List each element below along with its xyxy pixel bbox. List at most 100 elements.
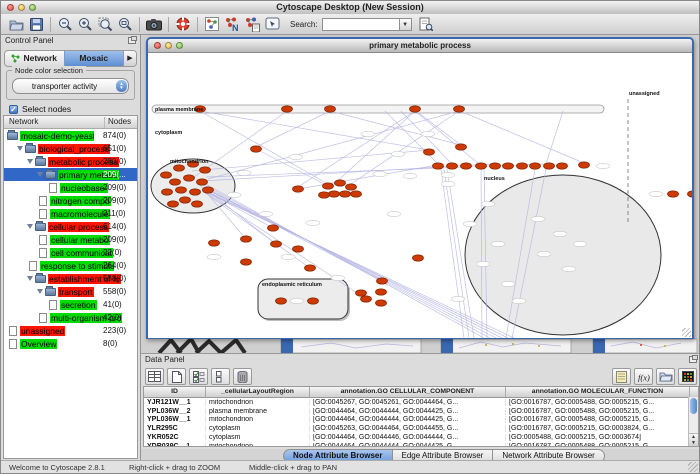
network-edge[interactable] — [210, 191, 382, 281]
view-zoom-button[interactable] — [176, 42, 183, 49]
zoom-out-icon[interactable] — [55, 15, 75, 33]
network-tree-row[interactable]: cell communicat22(0) — [4, 246, 137, 259]
expander-icon[interactable] — [27, 159, 33, 164]
table-row[interactable]: YPL036W__2plasma membrane[GO:0044464, GO… — [144, 407, 698, 416]
label-icon[interactable] — [612, 368, 631, 385]
network-node[interactable] — [454, 106, 465, 112]
table-row[interactable]: YLR295Ccytoplasm[GO:0045263, GO:0044464,… — [144, 424, 698, 433]
network-node[interactable] — [176, 187, 187, 193]
network-node[interactable] — [251, 146, 262, 152]
tree-column-network[interactable]: Network — [9, 117, 38, 126]
network-node[interactable] — [241, 259, 252, 265]
network-node[interactable] — [410, 106, 421, 112]
table-row[interactable]: YKR052Ccytoplasm[GO:0044464, GO:0044446,… — [144, 433, 698, 442]
network-node[interactable] — [461, 163, 472, 169]
table-column-header[interactable]: annotation.GO CELLULAR_COMPONENT — [310, 387, 506, 397]
tree-column-nodes[interactable]: Nodes — [104, 117, 131, 128]
view-close-button[interactable] — [154, 42, 161, 49]
formula-icon[interactable]: f(x) — [634, 368, 653, 385]
network-node[interactable] — [168, 201, 179, 207]
table-row[interactable]: YDR039C__1mitochondrion[GO:0044464, GO:0… — [144, 442, 698, 447]
zoom-fit-icon[interactable] — [115, 15, 135, 33]
network-tree-row[interactable]: cellular metabo209(0) — [4, 233, 137, 246]
network-node[interactable] — [293, 246, 304, 252]
network-node[interactable] — [241, 236, 252, 242]
network-node[interactable] — [447, 163, 458, 169]
network-edge[interactable] — [481, 169, 482, 338]
unselect-attributes-icon[interactable] — [211, 368, 230, 385]
network-node[interactable] — [490, 163, 501, 169]
help-ring-icon[interactable] — [173, 15, 193, 33]
network-node[interactable] — [413, 255, 424, 261]
network-node[interactable] — [340, 191, 351, 197]
network-node[interactable] — [668, 191, 679, 197]
table-column-header[interactable]: _cellularLayoutRegion — [206, 387, 310, 397]
resize-grip-icon[interactable] — [682, 328, 691, 337]
search-input[interactable] — [322, 18, 400, 31]
tab-overflow-button[interactable]: ▶ — [123, 51, 136, 66]
float-panel-icon[interactable] — [128, 37, 136, 44]
save-icon[interactable] — [26, 15, 46, 33]
network-node[interactable] — [530, 163, 541, 169]
network-tree-row[interactable]: nitrogen compo209(0) — [4, 194, 137, 207]
new-attribute-icon[interactable] — [167, 368, 186, 385]
minimize-button[interactable] — [18, 4, 25, 11]
snapshot-icon[interactable] — [144, 15, 164, 33]
network-node[interactable] — [424, 149, 435, 155]
delete-attribute-icon[interactable] — [233, 368, 252, 385]
window-titlebar[interactable]: Cytoscape Desktop (New Session) — [1, 1, 699, 15]
annotation-icon[interactable] — [262, 15, 282, 33]
network-canvas[interactable]: plasma membranecytoplasmmitochondrionnuc… — [148, 53, 692, 338]
network-node[interactable] — [688, 191, 693, 197]
network-node[interactable] — [376, 289, 387, 295]
table-scrollbar[interactable]: ▲▼ — [688, 397, 698, 446]
network-node[interactable] — [271, 241, 282, 247]
network-edge[interactable] — [208, 192, 508, 338]
network-node[interactable] — [456, 144, 467, 150]
region-plasma-membrane[interactable] — [152, 105, 604, 113]
network-tree-row[interactable]: macromolecule311(0) — [4, 207, 137, 220]
network-node[interactable] — [209, 240, 220, 246]
network-node[interactable] — [170, 179, 181, 185]
network-node[interactable] — [579, 162, 590, 168]
network-node[interactable] — [325, 106, 336, 112]
network-node[interactable] — [433, 163, 444, 169]
network-node[interactable] — [308, 298, 319, 304]
network-tree-row[interactable]: cellular process614(0) — [4, 220, 137, 233]
float-data-panel-icon[interactable] — [689, 356, 697, 363]
network-node[interactable] — [361, 296, 372, 302]
network-tree-row[interactable]: nucleobase-209(0) — [4, 181, 137, 194]
network-node[interactable] — [180, 197, 191, 203]
select-attributes-icon[interactable] — [189, 368, 208, 385]
network-node[interactable] — [335, 180, 346, 186]
network-tree-row[interactable]: mosaic-demo-yeast874(0) — [4, 129, 137, 142]
network-node[interactable] — [323, 183, 334, 189]
network-edge[interactable] — [256, 111, 330, 147]
network-node[interactable] — [282, 106, 293, 112]
matrix-icon[interactable] — [678, 368, 697, 385]
network-node[interactable] — [351, 191, 362, 197]
window-resize-grip[interactable] — [688, 462, 698, 472]
network-node[interactable] — [356, 290, 367, 296]
network-tree-row[interactable]: biological_process651(0) — [4, 142, 137, 155]
network-tree-row[interactable]: Overview8(0) — [4, 337, 137, 350]
open-file-icon[interactable] — [6, 15, 26, 33]
network-node[interactable] — [174, 165, 185, 171]
scrollbar-thumb[interactable] — [690, 398, 697, 414]
network-node[interactable] — [329, 191, 340, 197]
network-tree-row[interactable]: unassigned223(0) — [4, 324, 137, 337]
network-edge[interactable] — [298, 165, 438, 189]
network-node[interactable] — [293, 186, 304, 192]
network-node[interactable] — [190, 189, 201, 195]
vizmapper-icon[interactable] — [202, 15, 222, 33]
tab-mosaic[interactable]: Mosaic — [64, 51, 124, 66]
network-tree-row[interactable]: multi-organism pro42(0) — [4, 311, 137, 324]
network-edge[interactable] — [416, 111, 461, 145]
network-view-titlebar[interactable]: primary metabolic process — [148, 39, 692, 53]
network-node[interactable] — [376, 300, 387, 306]
network-edge[interactable] — [546, 111, 563, 164]
expander-icon[interactable] — [17, 146, 23, 151]
tab-network[interactable]: Network — [5, 51, 64, 66]
advanced-search-icon[interactable] — [416, 15, 436, 33]
network-graph[interactable]: plasma membranecytoplasmmitochondrionnuc… — [148, 53, 692, 338]
